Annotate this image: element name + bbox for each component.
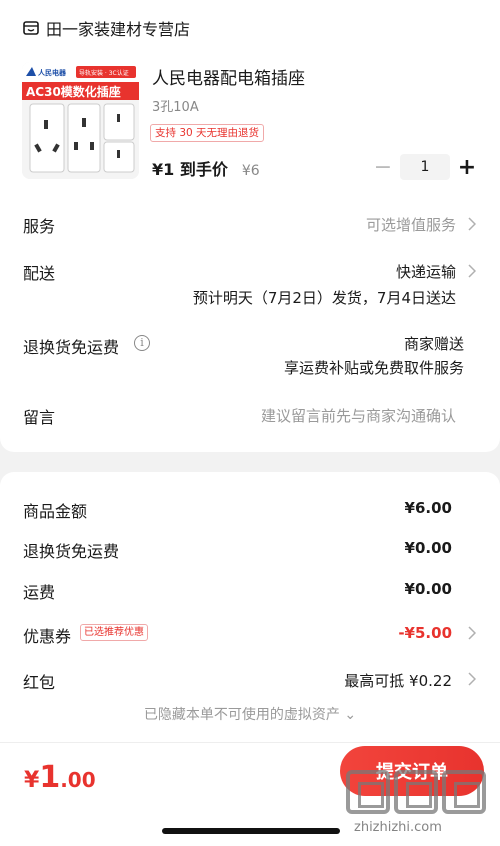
home-indicator[interactable] — [162, 828, 340, 834]
chevron-right-icon[interactable] — [468, 672, 476, 686]
chevron-right-icon[interactable] — [468, 217, 476, 231]
note-input[interactable]: 建议留言前先与商家沟通确认 — [261, 405, 456, 426]
shop-icon — [23, 21, 39, 35]
red-packet-value[interactable]: 最高可抵 ¥0.22 — [344, 670, 452, 691]
service-value[interactable]: 可选增值服务 — [366, 214, 456, 235]
return-value: 商家赠送 — [403, 335, 464, 353]
coupon-value[interactable]: -¥5.00 — [398, 624, 452, 642]
shipping-value: ¥0.00 — [404, 580, 452, 598]
total-currency: ¥ — [24, 768, 40, 793]
quantity-stepper: − 1 + — [370, 154, 480, 180]
total-decimal: .00 — [60, 768, 96, 792]
image-headline: AC30模数化插座 — [26, 84, 121, 99]
note-label: 留言 — [23, 408, 56, 427]
final-price: ¥1 到手价 — [152, 160, 228, 179]
increase-quantity-button[interactable]: + — [454, 154, 480, 180]
goods-amount-label: 商品金额 — [23, 502, 88, 521]
return-fee-label: 退换货免运费 — [23, 542, 120, 561]
goods-amount-value: ¥6.00 — [404, 499, 452, 517]
product-thumbnail[interactable]: 人民电器 导轨安装 · 3C认证 AC30模数化插座 — [22, 62, 139, 179]
chevron-right-icon[interactable] — [468, 626, 476, 640]
delivery-label: 配送 — [23, 264, 56, 283]
return-label: 退换货免运费 — [23, 338, 120, 357]
total-price: ¥ 1 .00 — [24, 760, 96, 795]
delivery-value[interactable]: 快递运输 — [396, 261, 456, 282]
price-row: ¥1 到手价 ¥6 — [152, 156, 260, 180]
return-fee-value: ¥0.00 — [404, 539, 452, 557]
decrease-quantity-button[interactable]: − — [370, 154, 396, 180]
product-title[interactable]: 人民电器配电箱插座 — [152, 64, 305, 89]
delivery-detail: 预计明天（7月2日）发货，7月4日送达 — [192, 289, 456, 307]
product-spec[interactable]: 3孔10A — [152, 96, 199, 115]
chevron-right-icon[interactable] — [468, 264, 476, 278]
coupon-label: 优惠券 — [23, 627, 72, 646]
submit-order-button[interactable]: 提交订单 — [340, 746, 484, 796]
service-label: 服务 — [23, 217, 56, 236]
shipping-label: 运费 — [23, 583, 56, 602]
info-icon[interactable]: i — [134, 335, 150, 351]
product-image: 人民电器 导轨安装 · 3C认证 AC30模数化插座 — [22, 62, 139, 179]
image-brand: 人民电器 — [38, 68, 67, 77]
coupon-tag: 已选推荐优惠 — [80, 624, 148, 641]
red-packet-label: 红包 — [23, 673, 56, 692]
quantity-input[interactable]: 1 — [400, 154, 450, 180]
total-integer: 1 — [39, 760, 61, 795]
hidden-assets-toggle[interactable]: 已隐藏本单不可使用的虚拟资产 ⌄ — [0, 704, 500, 724]
store-name: 田一家装建材专营店 — [46, 20, 191, 39]
return-detail: 享运费补贴或免费取件服务 — [283, 359, 464, 377]
image-badge: 导轨安装 · 3C认证 — [79, 69, 129, 77]
order-card: 田一家装建材专营店 人民电器 导轨安装 · 3C认证 AC30模数化插座 人民电 — [0, 0, 500, 452]
original-price: ¥6 — [241, 163, 260, 179]
return-policy-tag: 支持 30 天无理由退货 — [150, 124, 265, 142]
store-header[interactable]: 田一家装建材专营店 — [22, 16, 190, 40]
